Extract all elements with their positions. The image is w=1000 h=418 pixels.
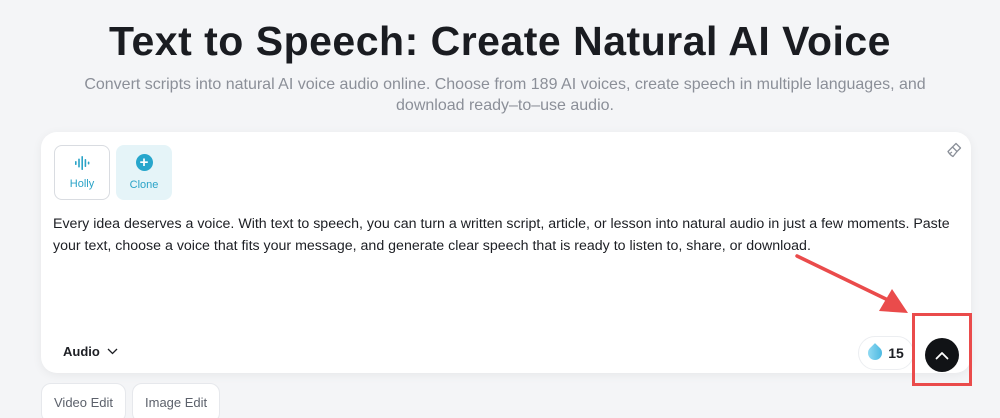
- output-type-label: Audio: [63, 344, 100, 359]
- generate-button[interactable]: [925, 338, 959, 372]
- droplet-icon: [865, 343, 886, 363]
- voice-holly-label: Holly: [69, 177, 95, 190]
- voice-holly-button[interactable]: Holly: [54, 145, 110, 200]
- waveform-icon: [75, 155, 90, 170]
- credits-badge: 15: [858, 336, 914, 370]
- page-title: Text to Speech: Create Natural AI Voice: [108, 18, 891, 64]
- page-subtitle: Convert scripts into natural AI voice au…: [84, 76, 926, 114]
- brush-icon[interactable]: [946, 142, 962, 158]
- plus-circle-icon: +: [135, 154, 153, 171]
- output-type-dropdown[interactable]: Audio: [63, 344, 118, 359]
- tab-image-edit[interactable]: Image Edit: [132, 383, 221, 418]
- tab-video-edit[interactable]: Video Edit: [41, 383, 127, 418]
- credits-count: 15: [888, 345, 904, 361]
- script-textarea[interactable]: Every idea deserves a voice. With text t…: [53, 214, 968, 257]
- chevron-down-icon: [107, 348, 118, 355]
- tts-editor-card: Holly + Clone Every idea deserves a voic…: [41, 132, 971, 373]
- voice-clone-label: Clone: [129, 179, 159, 191]
- chevron-up-icon: [935, 351, 949, 359]
- voice-clone-button[interactable]: + Clone: [116, 145, 172, 200]
